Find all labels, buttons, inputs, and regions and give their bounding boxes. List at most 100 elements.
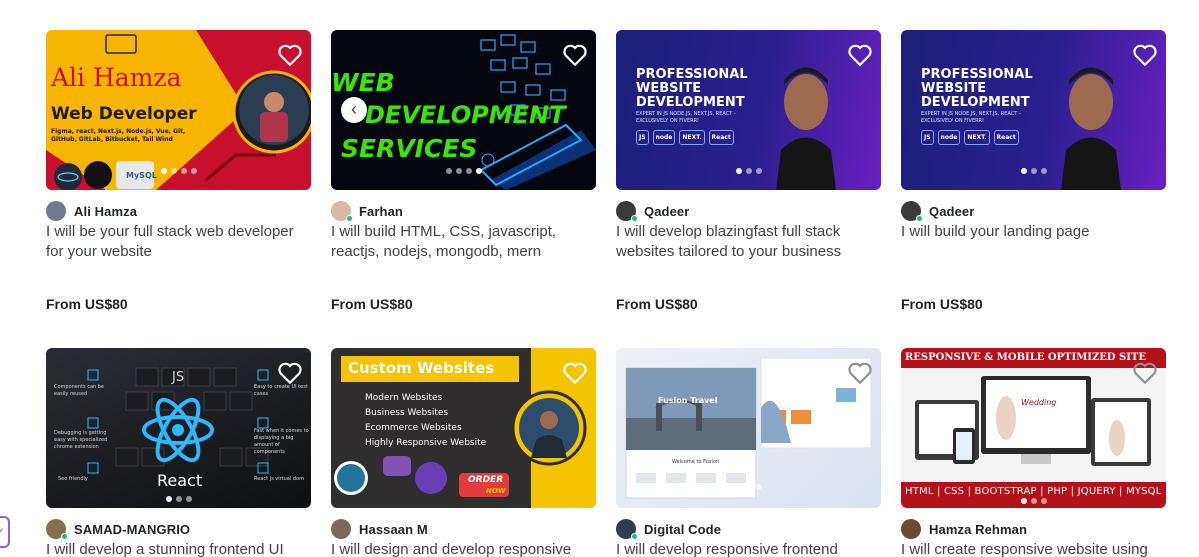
- gig-thumbnail[interactable]: WEB DEVELOPMENT SERVICES ‹: [331, 30, 596, 190]
- heart-icon[interactable]: [277, 361, 303, 385]
- gig-card[interactable]: RESPONSIVE & MOBILE OPTIMIZED SITE HTML …: [901, 348, 1166, 557]
- seller-info[interactable]: Qadeer: [901, 201, 1166, 222]
- carousel-dots[interactable]: [1020, 498, 1047, 504]
- thumb-cta: ORDER: [468, 475, 504, 485]
- gig-grid: Ali Hamza Web Developer Figma, react, Ne…: [46, 30, 1166, 557]
- thumb-subheadline: Web Developer: [51, 104, 197, 124]
- online-indicator: [631, 215, 638, 222]
- carousel-dots[interactable]: [1020, 168, 1047, 174]
- avatar[interactable]: [901, 201, 923, 222]
- thumb-subheadline: React: [157, 471, 203, 490]
- thumb-feature: Seo friendly: [58, 476, 88, 482]
- avatar[interactable]: [331, 519, 351, 539]
- seller-name[interactable]: Farhan: [359, 204, 403, 219]
- gig-thumbnail[interactable]: JS React Components can be easily reused…: [46, 348, 311, 508]
- seller-name[interactable]: Ali Hamza: [74, 204, 137, 219]
- gig-card[interactable]: WEB DEVELOPMENT SERVICES ‹ Farhan I will…: [331, 30, 596, 348]
- thumb-headline: Ali Hamza: [51, 63, 182, 92]
- avatar[interactable]: [46, 519, 68, 540]
- carousel-dots[interactable]: [735, 168, 762, 174]
- seller-name[interactable]: Qadeer: [929, 204, 974, 219]
- thumb-headline: RESPONSIVE & MOBILE OPTIMIZED SITE: [905, 352, 1146, 363]
- heart-icon[interactable]: [562, 43, 588, 67]
- online-indicator: [916, 215, 923, 222]
- seller-info[interactable]: Hamza Rehman: [901, 519, 1166, 539]
- heart-icon[interactable]: [1132, 43, 1158, 67]
- tech-chip: React: [708, 130, 734, 145]
- feedback-tab[interactable]: ✓: [0, 516, 10, 548]
- carousel-dots[interactable]: [160, 168, 197, 174]
- avatar[interactable]: [331, 201, 353, 222]
- gig-title[interactable]: I will design and develop responsive: [331, 540, 593, 557]
- gig-card[interactable]: Fusion Travel Welcome to Fusion Digital …: [616, 348, 881, 557]
- avatar[interactable]: [901, 519, 921, 539]
- gig-thumbnail[interactable]: RESPONSIVE & MOBILE OPTIMIZED SITE HTML …: [901, 348, 1166, 508]
- gig-thumbnail[interactable]: PROFESSIONAL WEBSITE DEVELOPMENT EXPERT …: [616, 30, 881, 190]
- tech-chip: React: [993, 130, 1019, 145]
- seller-info[interactable]: Qadeer: [616, 201, 881, 222]
- tech-chip: JS: [636, 130, 649, 145]
- gig-card[interactable]: JS React Components can be easily reused…: [46, 348, 311, 557]
- seller-info[interactable]: Digital Code: [616, 519, 881, 540]
- gig-price: From US$80: [616, 296, 698, 312]
- heart-icon[interactable]: [847, 361, 873, 385]
- thumb-subheadline: DEVELOPMENT: [365, 101, 566, 129]
- avatar[interactable]: [616, 519, 638, 540]
- thumb-headline: Fusion Travel: [658, 396, 718, 405]
- thumb-subheadline: WEBSITE: [636, 81, 702, 96]
- gig-thumbnail[interactable]: PROFESSIONAL WEBSITE DEVELOPMENT EXPERT …: [901, 30, 1166, 190]
- avatar[interactable]: [46, 201, 66, 221]
- check-icon: ✓: [0, 525, 5, 539]
- thumb-headline: JS: [172, 370, 185, 385]
- gig-title[interactable]: I will build your landing page: [901, 222, 1163, 262]
- heart-icon[interactable]: [562, 361, 588, 385]
- seller-name[interactable]: Qadeer: [644, 204, 689, 219]
- thumb-feature: Business Websites: [365, 408, 449, 418]
- online-indicator: [61, 533, 68, 540]
- gig-card[interactable]: Ali Hamza Web Developer Figma, react, Ne…: [46, 30, 311, 348]
- carousel-dots[interactable]: [735, 484, 762, 490]
- carousel-dots[interactable]: [445, 168, 482, 174]
- thumb-headline: WEB: [331, 68, 395, 97]
- gig-title[interactable]: I will develop a stunning frontend UI: [46, 540, 308, 557]
- thumb-headline: PROFESSIONAL: [921, 67, 1033, 82]
- thumb-subheadline: Welcome to Fusion: [672, 459, 720, 465]
- thumb-feature: Highly Responsive Website: [365, 438, 487, 448]
- thumb-footer: HTML | CSS | BOOTSTRAP | PHP | JQUERY | …: [905, 486, 1162, 497]
- thumb-subtext: EXPERT IN JS NODE.JS, NEXT.JS, REACT - E…: [921, 111, 1021, 124]
- thumb-subheadline-2: DEVELOPMENT: [636, 95, 745, 110]
- carousel-dots[interactable]: [165, 496, 192, 502]
- gig-price: From US$80: [331, 296, 413, 312]
- gig-title[interactable]: I will be your full stack web developer …: [46, 222, 308, 262]
- gig-thumbnail[interactable]: Fusion Travel Welcome to Fusion: [616, 348, 881, 508]
- tech-chips: JS node NEXT. React: [636, 130, 734, 145]
- seller-info[interactable]: Ali Hamza: [46, 201, 311, 221]
- thumb-tags: Figma, react, Next.js, Node.js, Vue, Git…: [51, 128, 186, 143]
- tech-chip: node: [652, 130, 676, 145]
- gig-thumbnail[interactable]: Ali Hamza Web Developer Figma, react, Ne…: [46, 30, 311, 190]
- thumbnail-art: [1061, 67, 1121, 190]
- gig-thumbnail[interactable]: Custom Websites Modern Websites Business…: [331, 348, 596, 508]
- gig-card[interactable]: Custom Websites Modern Websites Business…: [331, 348, 596, 557]
- heart-icon[interactable]: [1132, 361, 1158, 385]
- seller-info[interactable]: Farhan: [331, 201, 596, 222]
- gig-card[interactable]: PROFESSIONAL WEBSITE DEVELOPMENT EXPERT …: [901, 30, 1166, 348]
- gig-title[interactable]: I will develop blazingfast full stack we…: [616, 222, 878, 262]
- carousel-prev-button[interactable]: ‹: [341, 97, 367, 123]
- thumb-cta-2: NOW: [486, 487, 506, 495]
- thumb-feature: Components can be easily reused: [54, 384, 105, 397]
- heart-icon[interactable]: [847, 43, 873, 67]
- seller-name[interactable]: Hamza Rehman: [929, 522, 1027, 537]
- thumbnail-art: [776, 67, 836, 190]
- gig-card[interactable]: PROFESSIONAL WEBSITE DEVELOPMENT EXPERT …: [616, 30, 881, 348]
- gig-title[interactable]: I will develop responsive frontend: [616, 540, 878, 557]
- seller-info[interactable]: Hassaan M: [331, 519, 596, 539]
- avatar[interactable]: [616, 201, 638, 222]
- seller-name[interactable]: SAMAD-MANGRIO: [74, 522, 190, 537]
- gig-title[interactable]: I will create responsive website using: [901, 540, 1163, 557]
- seller-info[interactable]: SAMAD-MANGRIO: [46, 519, 311, 540]
- seller-name[interactable]: Hassaan M: [359, 522, 428, 537]
- gig-title[interactable]: I will build HTML, CSS, javascript, reac…: [331, 222, 593, 262]
- heart-icon[interactable]: [277, 43, 303, 67]
- seller-name[interactable]: Digital Code: [644, 522, 721, 537]
